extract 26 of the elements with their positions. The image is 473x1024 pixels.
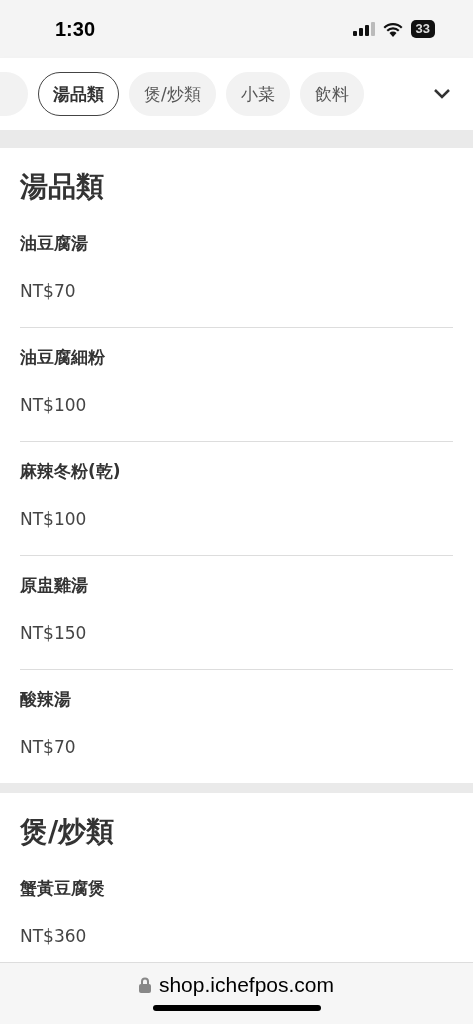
item-name[interactable]: 原盅雞湯 — [20, 574, 453, 597]
item-name[interactable]: 油豆腐湯 — [20, 232, 453, 255]
item-price: NT$70 — [20, 281, 77, 301]
battery-indicator: 33 — [410, 20, 435, 38]
category-tab[interactable]: 湯品類 — [38, 72, 119, 116]
chevron-down-icon[interactable] — [433, 88, 451, 100]
item-price: NT$100 — [20, 509, 88, 529]
wifi-icon — [382, 21, 403, 37]
item-price: NT$150 — [20, 623, 88, 643]
category-tab[interactable]: 飲料 — [299, 72, 364, 116]
item-name[interactable]: 酸辣湯 — [20, 688, 453, 711]
section-title: 湯品類 — [20, 169, 105, 205]
section-title: 煲/炒類 — [20, 814, 116, 850]
item-name[interactable]: 麻辣冬粉(乾) — [20, 460, 453, 483]
item-price: NT$70 — [20, 737, 77, 757]
url-text: shop.ichefpos.com — [158, 973, 335, 997]
item-name[interactable]: 油豆腐細粉 — [20, 346, 453, 369]
category-tab[interactable]: 小菜 — [225, 72, 290, 116]
address-bar[interactable]: shop.ichefpos.com — [0, 962, 473, 1024]
item-name[interactable]: 蟹黃豆腐煲 — [20, 877, 453, 900]
item-price: NT$100 — [20, 395, 88, 415]
signal-icon — [352, 22, 375, 36]
lock-icon — [138, 977, 151, 993]
category-tab[interactable]: 煲/炒類 — [129, 72, 216, 116]
status-time: 1:30 — [55, 17, 96, 41]
item-price: NT$360 — [20, 926, 88, 946]
